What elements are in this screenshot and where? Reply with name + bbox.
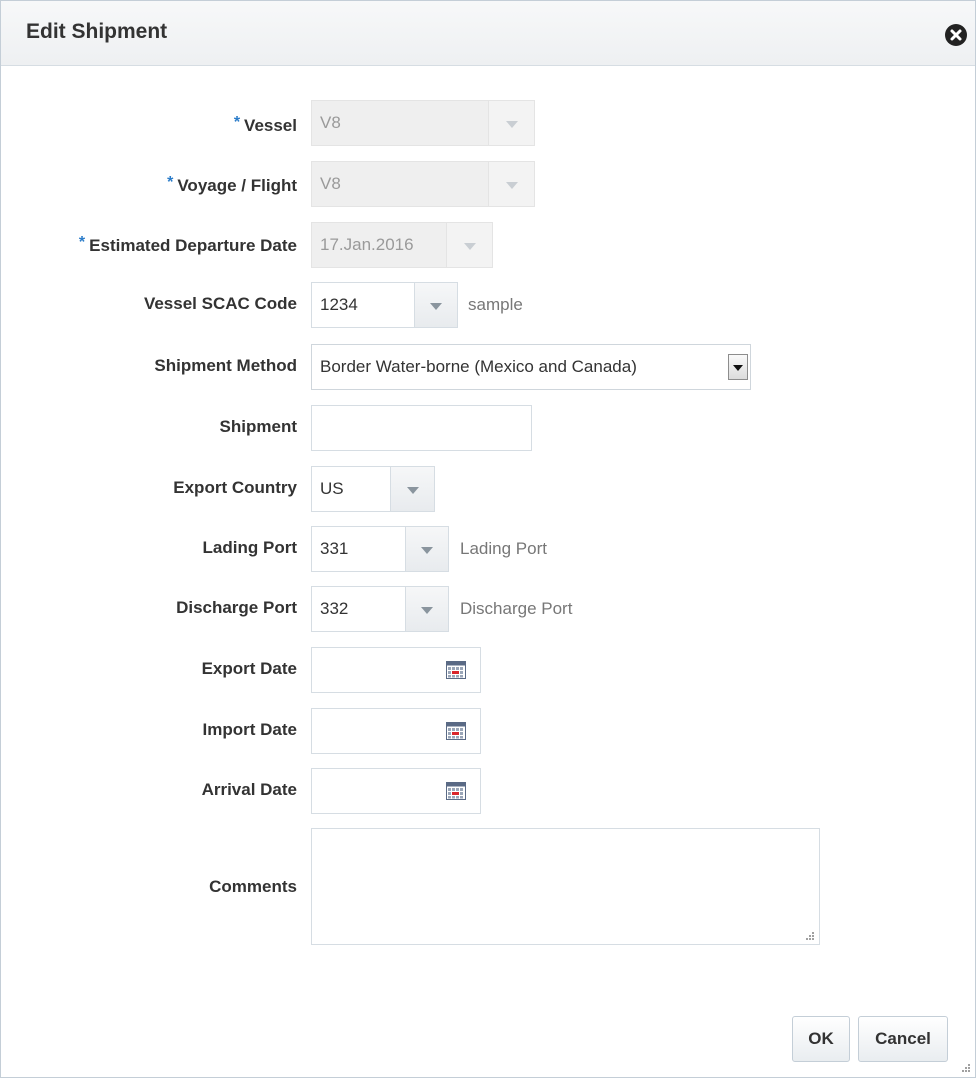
chevron-down-icon xyxy=(421,607,433,614)
select-arrow-button[interactable] xyxy=(728,354,748,380)
chevron-down-icon xyxy=(430,303,442,310)
lading-port-label: Lading Port xyxy=(202,538,297,557)
dialog-resize-grip-icon[interactable] xyxy=(961,1063,971,1073)
estimated-departure-date-dropdown-button[interactable] xyxy=(446,222,493,268)
vessel-input[interactable]: V8 xyxy=(311,100,489,146)
chevron-down-icon xyxy=(406,487,419,494)
shipment-input[interactable] xyxy=(311,405,532,451)
calendar-icon[interactable] xyxy=(446,782,466,800)
export-country-dropdown-button[interactable] xyxy=(390,466,435,512)
shipment-method-value: Border Water-borne (Mexico and Canada) xyxy=(320,357,637,376)
export-date-label: Export Date xyxy=(201,659,297,678)
dialog-titlebar: Edit Shipment xyxy=(1,1,975,66)
arrival-date-label: Arrival Date xyxy=(201,780,297,799)
export-country-input[interactable]: US xyxy=(311,466,391,512)
resize-grip-icon[interactable] xyxy=(805,931,815,941)
import-date-label: Import Date xyxy=(202,720,297,739)
shipment-method-label: Shipment Method xyxy=(154,356,297,375)
estimated-departure-date-input[interactable]: 17.Jan.2016 xyxy=(311,222,447,268)
close-icon[interactable] xyxy=(945,24,967,46)
calendar-icon[interactable] xyxy=(446,661,466,679)
estimated-departure-date-label: * Estimated Departure Date xyxy=(78,234,297,255)
export-country-label: Export Country xyxy=(173,478,297,497)
chevron-down-icon xyxy=(733,365,743,371)
discharge-port-description: Discharge Port xyxy=(460,599,573,618)
shipment-label: Shipment xyxy=(219,417,297,436)
required-marker: * xyxy=(233,114,241,131)
lading-port-description: Lading Port xyxy=(460,539,547,558)
vessel-scac-code-dropdown-button[interactable] xyxy=(414,282,458,328)
discharge-port-dropdown-button[interactable] xyxy=(405,586,449,632)
chevron-down-icon xyxy=(505,182,518,189)
cancel-button[interactable]: Cancel xyxy=(858,1016,948,1062)
vessel-scac-code-description: sample xyxy=(468,295,523,314)
discharge-port-label: Discharge Port xyxy=(176,598,297,617)
comments-textarea[interactable] xyxy=(311,828,820,945)
discharge-port-input[interactable]: 332 xyxy=(311,586,406,632)
chevron-down-icon xyxy=(463,243,476,250)
chevron-down-icon xyxy=(421,547,433,554)
ok-button[interactable]: OK xyxy=(792,1016,850,1062)
voyage-flight-dropdown-button[interactable] xyxy=(488,161,535,207)
vessel-scac-code-input[interactable]: 1234 xyxy=(311,282,415,328)
calendar-icon[interactable] xyxy=(446,722,466,740)
vessel-dropdown-button[interactable] xyxy=(488,100,535,146)
vessel-label: * Vessel xyxy=(233,114,297,135)
required-marker: * xyxy=(167,174,174,191)
lading-port-dropdown-button[interactable] xyxy=(405,526,449,572)
voyage-flight-label: * Voyage / Flight xyxy=(167,174,297,195)
chevron-down-icon xyxy=(505,121,518,128)
comments-label: Comments xyxy=(209,877,297,896)
shipment-method-select[interactable]: Border Water-borne (Mexico and Canada) xyxy=(311,344,751,390)
dialog-title: Edit Shipment xyxy=(26,20,168,43)
voyage-flight-input[interactable]: V8 xyxy=(311,161,489,207)
lading-port-input[interactable]: 331 xyxy=(311,526,406,572)
required-marker: * xyxy=(78,234,86,251)
vessel-scac-code-label: Vessel SCAC Code xyxy=(143,294,297,313)
edit-shipment-dialog: Edit Shipment * Vessel V8 * Voyage / Fligh… xyxy=(0,0,976,1078)
